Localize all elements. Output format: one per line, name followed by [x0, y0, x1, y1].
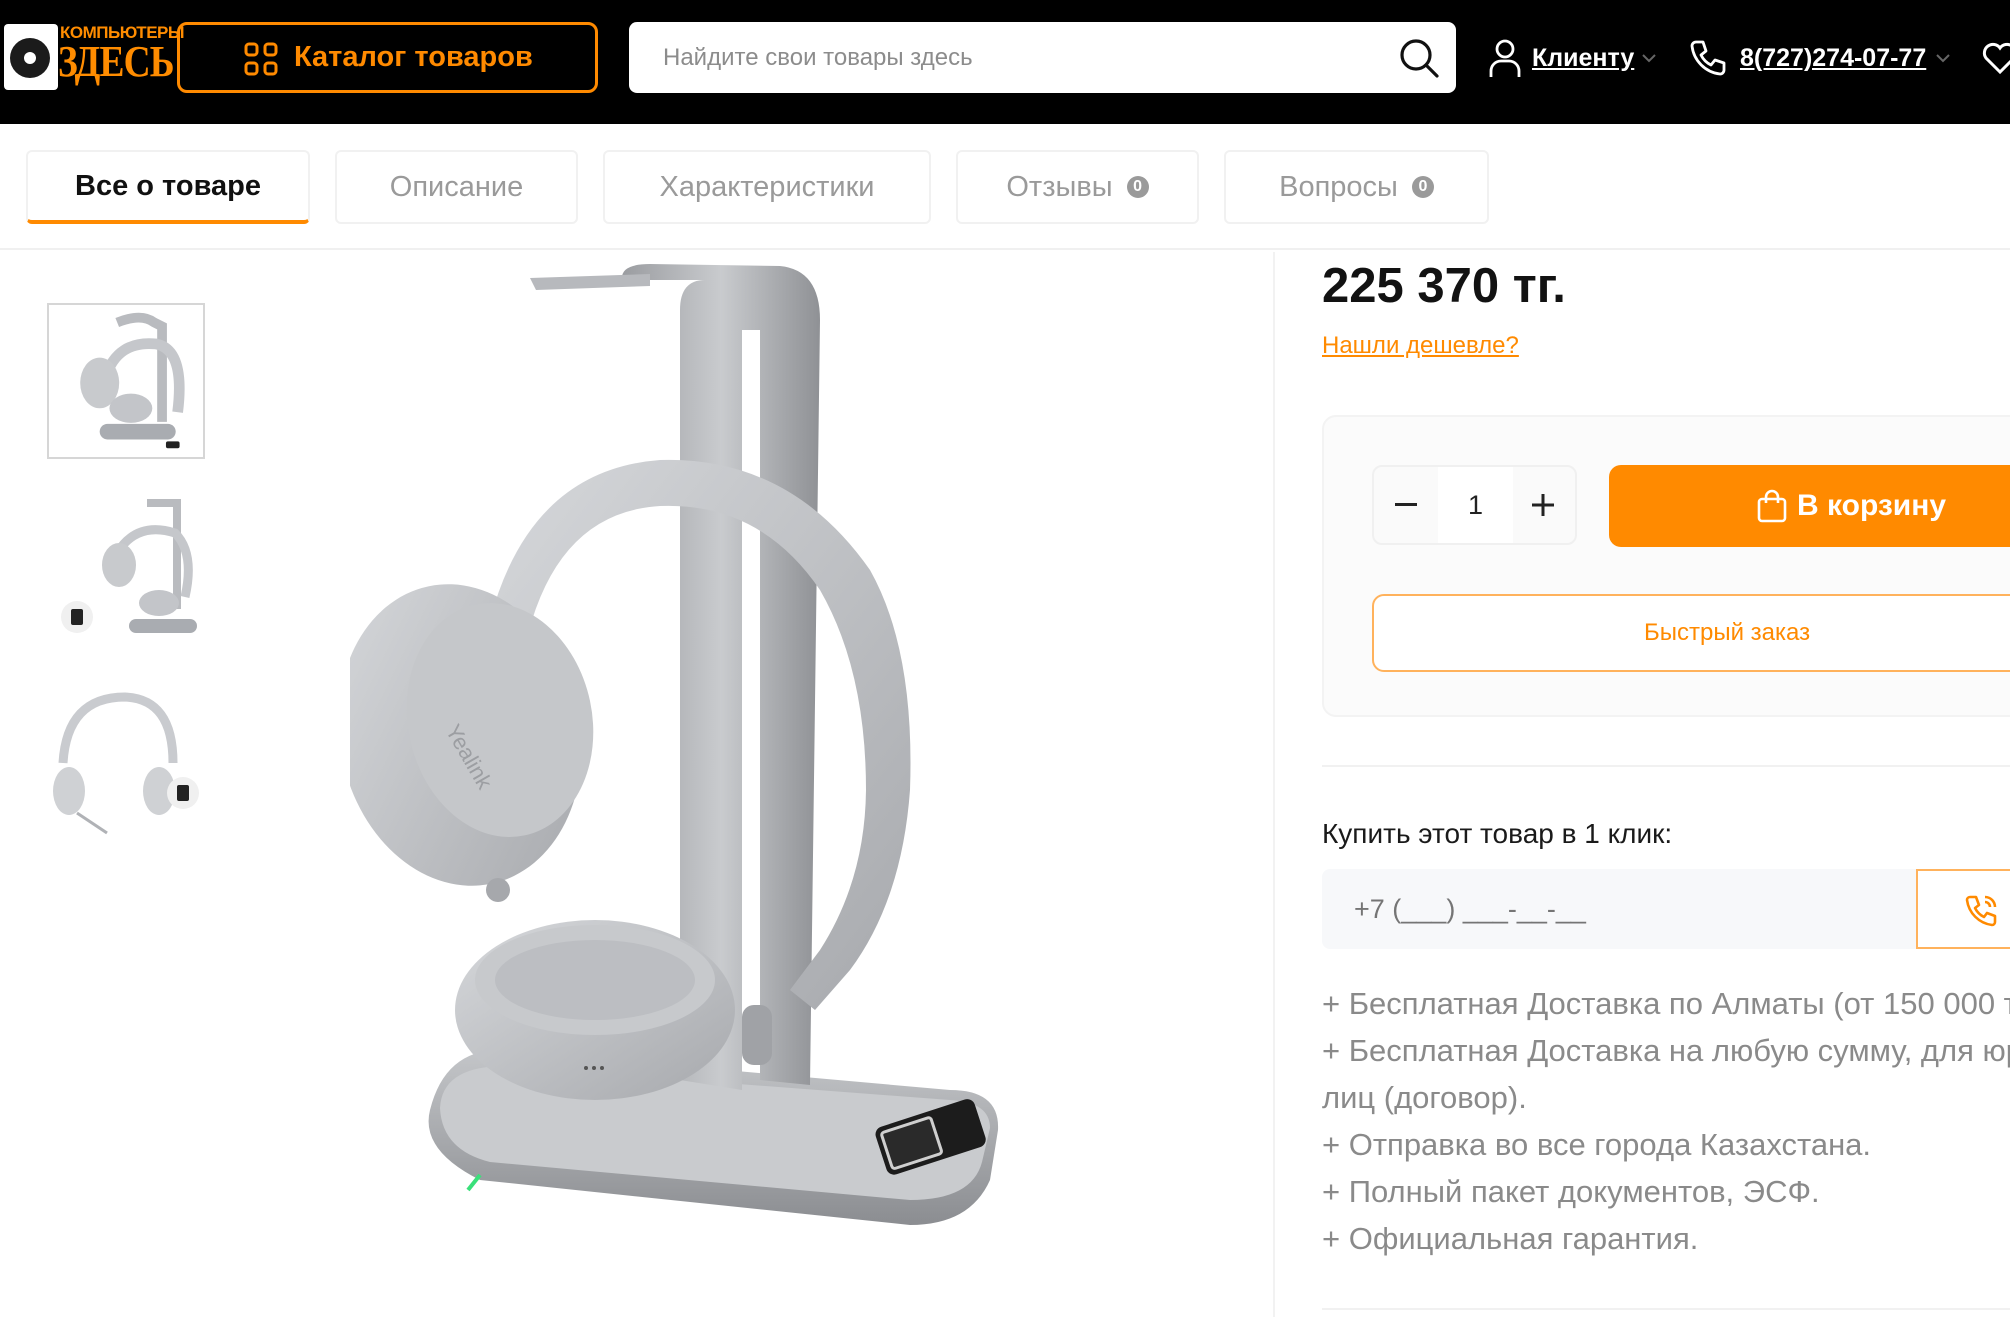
phone-number: 8(727)274-07-77	[1740, 43, 1927, 72]
shopping-bag-icon	[1757, 489, 1787, 523]
section-divider	[1322, 1308, 2010, 1310]
logo-line2: ЗДЕСЬ	[58, 37, 174, 86]
one-click-phone-field	[1322, 869, 1917, 949]
tab-label: Характеристики	[659, 170, 875, 203]
headset-on-stand-image: Yealink	[338, 250, 1250, 1250]
tab-description[interactable]: Описание	[335, 150, 578, 224]
headset-stand-thumbnail-image	[49, 305, 203, 457]
reviews-count-badge: 0	[1126, 176, 1149, 198]
benefit-item: + Бесплатная Доставка на любую сумму, дл…	[1322, 1033, 2010, 1068]
grid-icon	[244, 42, 278, 76]
increase-quantity-button[interactable]	[1511, 467, 1575, 543]
product-tabs: Все о товаре Описание Характеристики Отз…	[0, 124, 2010, 250]
tab-reviews[interactable]: Отзывы 0	[956, 150, 1199, 224]
add-to-cart-button[interactable]: В корзину	[1609, 465, 2010, 547]
questions-count-badge: 0	[1411, 176, 1434, 198]
search-icon[interactable]	[1398, 37, 1440, 79]
found-cheaper-link[interactable]: Нашли дешевле?	[1322, 332, 1519, 360]
benefit-item: + Отправка во все города Казахстана.	[1322, 1127, 1872, 1162]
phone-menu[interactable]: 8(727)274-07-77	[1688, 34, 1950, 82]
tab-label: Все о товаре	[75, 169, 261, 202]
tab-all-about-product[interactable]: Все о товаре	[26, 150, 310, 224]
one-click-submit-button[interactable]	[1916, 869, 2010, 949]
thumbnail-3[interactable]	[47, 683, 205, 839]
main-product-image[interactable]: Yealink	[338, 250, 1250, 1250]
site-logo[interactable]: КОМПЬЮТЕРЫ ЗДЕСЬ	[4, 22, 185, 92]
search-box	[629, 22, 1456, 93]
decrease-quantity-button[interactable]	[1374, 467, 1438, 543]
benefit-item: + Официальная гарантия.	[1322, 1221, 1699, 1256]
favorites-icon[interactable]	[1980, 38, 2010, 78]
headset-dongle-thumbnail-image	[47, 493, 205, 649]
minus-icon	[1395, 503, 1417, 506]
quantity-value[interactable]: 1	[1438, 467, 1513, 543]
chevron-down-icon	[1936, 54, 1950, 63]
benefit-item: + Полный пакет документов, ЭСФ.	[1322, 1174, 1820, 1209]
quick-order-label: Быстрый заказ	[1644, 619, 1811, 646]
product-price: 225 370 тг.	[1322, 259, 1566, 313]
tab-specifications[interactable]: Характеристики	[603, 150, 931, 224]
plus-icon	[1532, 494, 1554, 516]
client-menu-label: Клиенту	[1532, 43, 1635, 72]
tab-label: Отзывы	[1006, 170, 1113, 203]
logo-disk-icon	[4, 24, 58, 90]
benefit-item: + Бесплатная Доставка по Алматы (от 150 …	[1322, 986, 2010, 1021]
tab-label: Описание	[389, 170, 524, 203]
search-input[interactable]	[663, 22, 1363, 93]
thumbnail-1[interactable]	[47, 303, 205, 459]
catalog-button-label: Каталог товаров	[294, 41, 533, 73]
buy-card: 1 В корзину Быстрый заказ	[1322, 415, 2010, 717]
client-menu[interactable]: Клиенту	[1488, 34, 1657, 82]
add-to-cart-label: В корзину	[1797, 489, 1947, 522]
quantity-stepper: 1	[1372, 465, 1577, 545]
headset-front-thumbnail-image	[47, 683, 205, 839]
one-click-title: Купить этот товар в 1 клик:	[1322, 818, 1673, 849]
catalog-button[interactable]: Каталог товаров	[177, 22, 598, 93]
quick-order-button[interactable]: Быстрый заказ	[1372, 594, 2010, 672]
thumbnail-2[interactable]	[47, 493, 205, 649]
content-divider	[1273, 252, 1275, 1317]
chevron-down-icon	[1642, 54, 1657, 63]
phone-call-icon	[1965, 895, 1997, 927]
user-icon	[1489, 39, 1521, 77]
tab-label: Вопросы	[1279, 170, 1398, 203]
phone-icon	[1690, 40, 1726, 76]
header-bar: КОМПЬЮТЕРЫ ЗДЕСЬ Каталог товаров Клиенту…	[0, 0, 2010, 124]
one-click-phone-input[interactable]	[1354, 869, 1894, 949]
tab-questions[interactable]: Вопросы 0	[1224, 150, 1489, 224]
benefit-item: лиц (договор).	[1322, 1080, 1527, 1115]
section-divider	[1322, 765, 2010, 767]
benefits-list: + Бесплатная Доставка по Алматы (от 150 …	[1322, 980, 2010, 1262]
